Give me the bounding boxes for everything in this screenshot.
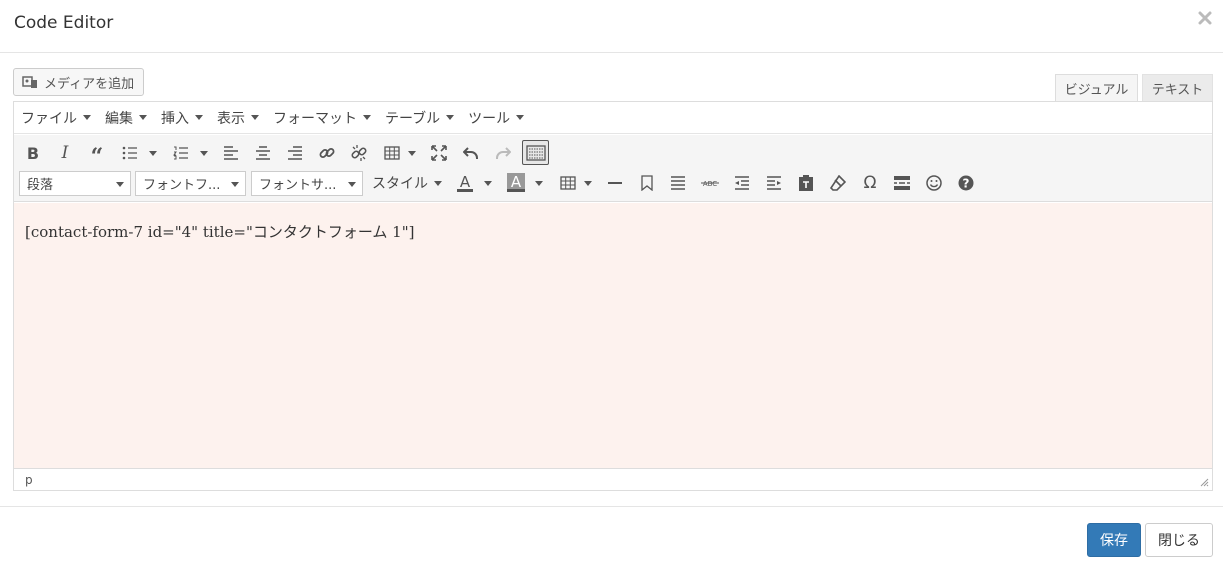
strikethrough-icon[interactable]: ABC [698,171,722,195]
numbered-list-icon[interactable] [169,141,193,165]
menu-view[interactable]: 表示 [217,108,259,128]
redo-icon[interactable] [491,141,515,165]
chevron-down-icon[interactable] [149,151,157,156]
toolbar-toggle-icon[interactable] [522,140,549,165]
chevron-down-icon[interactable] [408,151,416,156]
resize-handle-icon[interactable] [1200,478,1209,487]
chevron-down-icon[interactable] [535,181,543,186]
unlink-icon[interactable] [347,141,371,165]
save-button[interactable]: 保存 [1087,523,1141,557]
close-button[interactable]: 閉じる [1145,523,1213,557]
svg-text:ABC: ABC [703,180,717,188]
chevron-down-icon [231,182,239,187]
paste-text-icon[interactable] [794,171,818,195]
menu-file[interactable]: ファイル [21,108,91,128]
modal-title: Code Editor [14,13,114,33]
align-left-icon[interactable] [219,141,243,165]
editor: ファイル 編集 挿入 表示 フォーマット テーブル ツール B I “ 段落 フ… [13,101,1213,491]
horizontal-line-icon[interactable] [603,171,627,195]
chevron-down-icon [363,115,371,120]
chevron-down-icon [83,115,91,120]
table-icon[interactable] [380,141,404,165]
clear-formatting-icon[interactable] [826,171,850,195]
chevron-down-icon [446,115,455,120]
chevron-down-icon[interactable] [200,151,208,156]
toolbar: B I “ 段落 フォントフ... フォントサ... スタイル A A ABC … [14,135,1212,202]
chevron-down-icon[interactable] [584,181,592,186]
justify-icon[interactable] [666,171,690,195]
toolbar-row-1: B I “ [14,138,1212,168]
table-icon[interactable] [556,171,580,195]
editor-content-text: [contact-form-7 id="4" title="コンタクトフォーム … [25,223,415,241]
background-color-icon[interactable]: A [504,171,528,195]
link-icon[interactable] [315,141,339,165]
modal-footer: 保存 閉じる [0,506,1223,567]
align-center-icon[interactable] [251,141,275,165]
italic-icon[interactable]: I [53,141,77,165]
font-size-select[interactable]: フォントサ... [251,171,363,196]
font-family-select[interactable]: フォントフ... [135,171,246,196]
menu-tools[interactable]: ツール [468,108,525,128]
undo-icon[interactable] [459,141,483,165]
format-select[interactable]: 段落 [19,171,131,196]
chevron-down-icon[interactable] [484,181,492,186]
text-color-icon[interactable]: A [453,171,477,195]
align-right-icon[interactable] [283,141,307,165]
chevron-down-icon [195,115,203,120]
editor-content[interactable]: [contact-form-7 id="4" title="コンタクトフォーム … [14,203,1212,469]
add-media-label: メディアを追加 [44,76,135,92]
menu-edit[interactable]: 編集 [105,108,147,128]
help-icon[interactable]: ? [954,171,978,195]
special-character-icon[interactable]: Ω [858,171,882,195]
style-menu[interactable]: スタイル [372,173,442,193]
media-icon [22,74,38,90]
menu-insert[interactable]: 挿入 [161,108,203,128]
bold-icon[interactable]: B [21,141,45,165]
emoticons-icon[interactable] [922,171,946,195]
chevron-down-icon [434,180,442,186]
menubar: ファイル 編集 挿入 表示 フォーマット テーブル ツール [14,102,1212,134]
svg-text:A: A [511,173,522,191]
chevron-down-icon [348,182,356,187]
tab-text[interactable]: テキスト [1142,74,1213,101]
blockquote-icon[interactable]: “ [85,141,109,168]
add-media-button[interactable]: メディアを追加 [13,68,144,96]
menu-format[interactable]: フォーマット [273,108,371,128]
toolbar-row-2: 段落 フォントフ... フォントサ... スタイル A A ABC Ω ? [14,168,1212,198]
svg-text:?: ? [963,177,970,191]
outdent-icon[interactable] [730,171,754,195]
tab-visual[interactable]: ビジュアル [1055,74,1138,101]
read-more-icon[interactable] [890,171,914,195]
menu-table[interactable]: テーブル [385,108,455,128]
chevron-down-icon [116,182,124,187]
fullscreen-icon[interactable] [427,141,451,165]
chevron-down-icon [251,115,259,120]
chevron-down-icon [139,115,147,120]
svg-text:A: A [460,173,471,191]
close-icon[interactable] [1197,10,1213,26]
chevron-down-icon [516,115,525,120]
indent-icon[interactable] [762,171,786,195]
modal-header: Code Editor [0,0,1223,53]
bookmark-icon[interactable] [635,171,659,195]
element-path[interactable]: p [25,473,33,487]
bullet-list-icon[interactable] [118,141,142,165]
status-bar: p [14,468,1212,490]
